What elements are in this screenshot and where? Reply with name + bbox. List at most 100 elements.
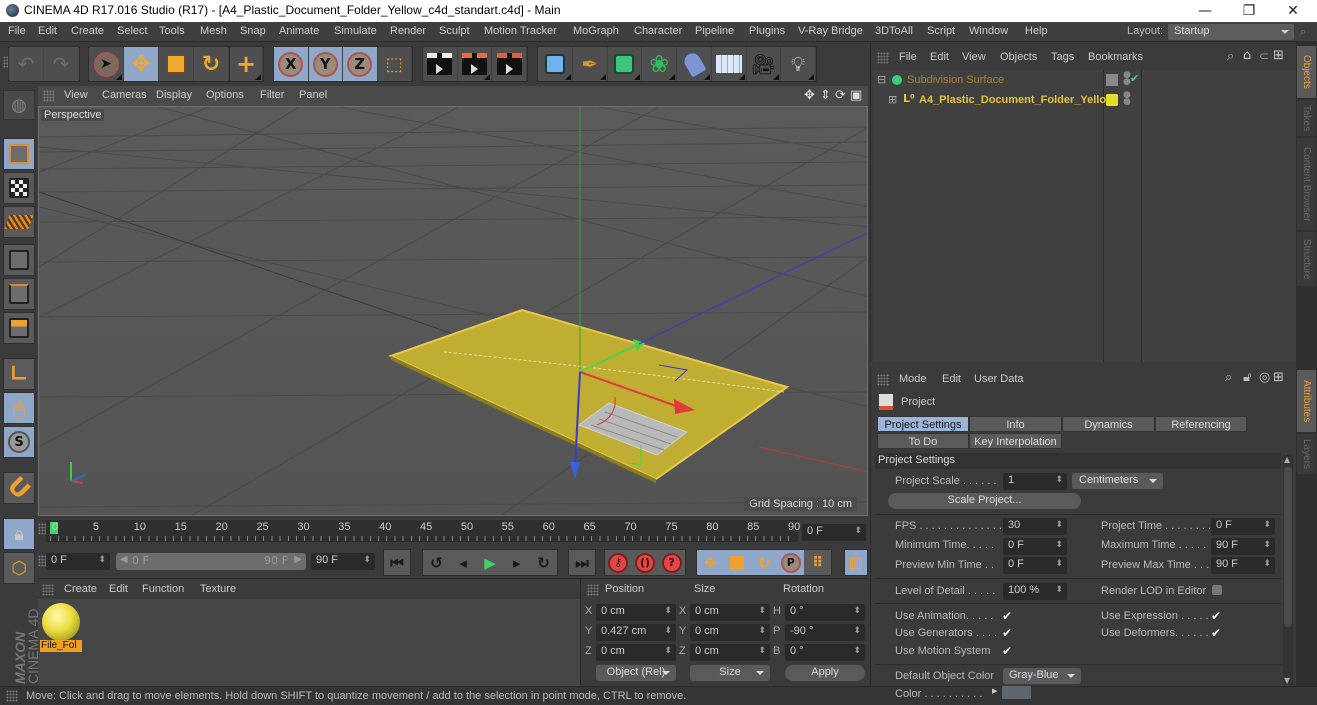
collapse-toggle[interactable]: ⊟ (877, 73, 886, 86)
link-icon[interactable]: ⊂ (1259, 49, 1269, 63)
3d-viewport[interactable]: Perspective Grid Spacing : 10 cm (38, 106, 868, 516)
new-attr-view-icon[interactable]: ⊞ (1273, 370, 1284, 385)
edges-mode-button[interactable] (3, 278, 35, 310)
key-scale-button[interactable] (723, 550, 751, 575)
menu-edit[interactable]: Edit (38, 25, 57, 37)
keyframe-selection-button[interactable]: ? (658, 550, 685, 575)
side-tab-objects[interactable]: Objects (1297, 46, 1316, 98)
viewport-menu-display[interactable]: Display (156, 89, 192, 101)
rotation-p-field[interactable]: -90 ° ⬍ (785, 624, 865, 641)
objects-menu-edit[interactable]: Edit (930, 51, 949, 63)
use-animation-checkbox[interactable]: ✔ (1002, 610, 1014, 622)
scroll-thumb[interactable] (1284, 467, 1292, 627)
light-button[interactable]: 💡︎ (781, 47, 816, 81)
tab-referencing[interactable]: Referencing (1155, 416, 1247, 432)
attributes-scrollbar[interactable]: ▲ ▼ (1283, 455, 1293, 685)
subdivision-surface-button[interactable] (608, 47, 643, 81)
menu-character[interactable]: Character (634, 25, 682, 37)
visibility-dots[interactable]: ● ● (1123, 91, 1131, 107)
objects-menu-bookmarks[interactable]: Bookmarks (1088, 51, 1143, 63)
search-objects-icon[interactable]: ⌕ (1227, 49, 1234, 64)
restore-button[interactable]: ❐ (1227, 0, 1271, 22)
layout-dropdown[interactable]: Startup (1168, 24, 1294, 40)
next-frame-button[interactable]: ▸ (503, 550, 530, 575)
fps-field[interactable]: 30 ⬍ (1003, 518, 1067, 535)
color-swatch[interactable] (1002, 686, 1031, 699)
timeline-window-button[interactable]: ▥ (844, 549, 868, 576)
maximize-view-icon[interactable]: ▣ (850, 88, 862, 103)
model-mode-button[interactable] (3, 138, 35, 170)
new-view-icon[interactable]: ⊞ (1273, 48, 1284, 63)
tab-project-settings[interactable]: Project Settings (877, 416, 969, 432)
material-menu-create[interactable]: Create (64, 583, 97, 595)
rotation-b-field[interactable]: 0 ° ⬍ (785, 644, 865, 661)
enable-axis-button[interactable]: ∟ (3, 358, 35, 390)
key-position-button[interactable]: ✥ (697, 550, 724, 575)
viewport-menu-options[interactable]: Options (206, 89, 244, 101)
project-scale-field[interactable]: 1 ⬍ (1003, 473, 1067, 490)
level-of-detail-field[interactable]: 100 % ⬍ (1003, 583, 1067, 600)
lock-y-axis-button[interactable]: Y (308, 47, 343, 81)
tab-dynamics[interactable]: Dynamics (1062, 416, 1155, 432)
floor-button[interactable] (712, 47, 747, 81)
objects-menu-tags[interactable]: Tags (1051, 51, 1074, 63)
go-to-end-button[interactable]: ⏭ (569, 550, 595, 575)
menu-script[interactable]: Script (927, 25, 955, 37)
previous-frame-button[interactable]: ◂ (450, 550, 477, 575)
move-view-icon[interactable]: ✥ (804, 88, 815, 103)
scale-project-button[interactable]: Scale Project... (888, 493, 1081, 509)
menu-3dtoall[interactable]: 3DToAll (875, 25, 913, 37)
layer-icon[interactable] (1106, 74, 1118, 86)
home-icon[interactable]: ⌂ (1243, 48, 1251, 63)
menu-vray-bridge[interactable]: V-Ray Bridge (798, 25, 863, 37)
viewport-menu-filter[interactable]: Filter (260, 89, 284, 101)
range-right-arrow-icon[interactable]: ▶ (294, 554, 302, 565)
expand-color-icon[interactable]: ▶ (992, 687, 997, 695)
render-settings-button[interactable] (492, 47, 528, 81)
scroll-down-icon[interactable]: ▼ (1284, 676, 1290, 685)
material-tag-icon[interactable] (1106, 94, 1118, 106)
make-editable-button[interactable]: ◍ (3, 90, 35, 120)
polygons-mode-button[interactable] (3, 312, 35, 344)
material-grip[interactable] (42, 584, 54, 596)
undo-button[interactable]: ↶ (9, 47, 44, 81)
side-tab-takes[interactable]: Takes (1297, 100, 1316, 136)
end-frame-field[interactable]: 90 F ⬍ (311, 553, 375, 570)
texture-mode-button[interactable] (3, 172, 35, 204)
size-z-field[interactable]: 0 cm ⬍ (690, 644, 770, 661)
key-pla-button[interactable]: ⠿ (804, 550, 831, 575)
rotate-tool-button[interactable]: ↻ (194, 47, 229, 81)
workplane-lock-button[interactable]: 🔒︎ (3, 518, 35, 550)
points-mode-button[interactable] (3, 244, 35, 276)
menu-animate[interactable]: Animate (279, 25, 319, 37)
menu-plugins[interactable]: Plugins (749, 25, 785, 37)
position-z-field[interactable]: 0 cm ⬍ (596, 644, 676, 661)
tab-info[interactable]: Info (969, 416, 1062, 432)
preview-max-time-field[interactable]: 90 F ⬍ (1211, 557, 1275, 574)
go-to-start-button[interactable]: ⏮ (384, 550, 410, 575)
search-attributes-icon[interactable]: ⌕ (1225, 370, 1232, 385)
expand-toggle[interactable]: ⊞ (888, 93, 897, 106)
position-y-field[interactable]: 0.427 cm ⬍ (596, 624, 676, 641)
menu-sculpt[interactable]: Sculpt (439, 25, 470, 37)
search-icon[interactable]: ⌕ (1300, 25, 1306, 39)
autokey-button[interactable]: () (632, 550, 659, 575)
coordinates-grip[interactable] (587, 584, 599, 596)
live-selection-button[interactable]: ➤ (89, 47, 124, 81)
render-picture-viewer-button[interactable] (458, 47, 493, 81)
cloner-button[interactable]: ❀ (642, 47, 677, 81)
menu-window[interactable]: Window (969, 25, 1008, 37)
material-item[interactable]: File_Fol (40, 602, 82, 652)
key-parameter-button[interactable]: P (777, 550, 805, 575)
previous-key-button[interactable]: ↺ (423, 550, 450, 575)
menu-simulate[interactable]: Simulate (334, 25, 377, 37)
coordinate-system-button[interactable]: ⬚ (378, 47, 412, 81)
close-button[interactable]: ✕ (1271, 0, 1315, 22)
next-key-button[interactable]: ↻ (530, 550, 557, 575)
play-button[interactable]: ▶ (477, 550, 504, 575)
object-name[interactable]: A4_Plastic_Document_Folder_Yellow (919, 94, 1115, 106)
lock-x-axis-button[interactable]: X (274, 47, 309, 81)
lock-icon[interactable]: 🔓︎ (1243, 370, 1251, 385)
menu-snap[interactable]: Snap (240, 25, 266, 37)
render-lod-checkbox[interactable] (1212, 585, 1222, 595)
